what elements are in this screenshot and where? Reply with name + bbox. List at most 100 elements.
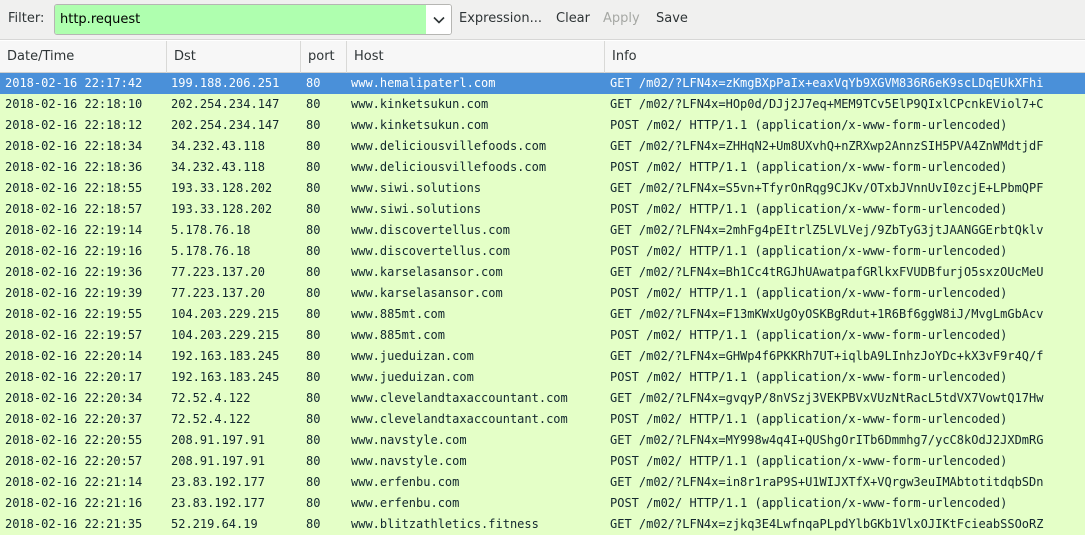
cell-dst: 5.178.76.18: [171, 223, 251, 237]
cell-info: POST /m02/ HTTP/1.1 (application/x-www-f…: [610, 118, 1008, 132]
table-row-selected[interactable]: 2018-02-16 22:17:42 199.188.206.251 80 www.…: [0, 73, 1085, 94]
cell-host: www.navstyle.com: [351, 454, 467, 468]
cell-host: www.kinketsukun.com: [351, 97, 489, 111]
table-row[interactable]: 2018-02-16 22:18:10 202.254.234.147 80 www.…: [0, 94, 1085, 115]
cell-dst: 104.203.229.215: [171, 328, 280, 342]
cell-datetime: 2018-02-16 22:19:36: [5, 265, 143, 279]
cell-datetime: 2018-02-16 22:19:39: [5, 286, 143, 300]
table-row[interactable]: 2018-02-16 22:18:34 34.232.43.118 80 www.de…: [0, 136, 1085, 157]
cell-port: 80: [306, 496, 321, 510]
apply-button[interactable]: Apply: [603, 11, 640, 26]
cell-port: 80: [306, 97, 321, 111]
cell-host: www.deliciousvillefoods.com: [351, 139, 547, 153]
table-row[interactable]: 2018-02-16 22:20:55 208.91.197.91 80 www.na…: [0, 430, 1085, 451]
table-row[interactable]: 2018-02-16 22:20:34 72.52.4.122 80 www.clev…: [0, 388, 1085, 409]
cell-info: GET /m02/?LFN4x=Bh1Cc4tRGJhUAwatpafGRlkx…: [610, 265, 1044, 279]
filter-dropdown-button[interactable]: [426, 5, 451, 34]
table-row[interactable]: 2018-02-16 22:20:14 192.163.183.245 80 www.…: [0, 346, 1085, 367]
table-row[interactable]: 2018-02-16 22:20:37 72.52.4.122 80 www.clev…: [0, 409, 1085, 430]
column-header-datetime[interactable]: Date/Time: [0, 41, 167, 73]
cell-host: www.kinketsukun.com: [351, 118, 489, 132]
cell-info: GET /m02/?LFN4x=in8r1raP9S+U1WIJXTfX+VQr…: [610, 475, 1044, 489]
cell-port: 80: [306, 265, 321, 279]
clear-button[interactable]: Clear: [556, 11, 590, 26]
cell-info: POST /m02/ HTTP/1.1 (application/x-www-f…: [610, 454, 1008, 468]
cell-host: www.clevelandtaxaccountant.com: [351, 412, 568, 426]
expression-button[interactable]: Expression...: [459, 11, 542, 26]
cell-dst: 23.83.192.177: [171, 475, 265, 489]
table-row[interactable]: 2018-02-16 22:18:55 193.33.128.202 80 www.s…: [0, 178, 1085, 199]
table-row[interactable]: 2018-02-16 22:21:35 52.219.64.19 80 www.bli…: [0, 514, 1085, 535]
cell-dst: 193.33.128.202: [171, 181, 273, 195]
table-row[interactable]: 2018-02-16 22:20:17 192.163.183.245 80 www.…: [0, 367, 1085, 388]
table-row[interactable]: 2018-02-16 22:19:16 5.178.76.18 80 www.disc…: [0, 241, 1085, 262]
cell-info: GET /m02/?LFN4x=zKmgBXpPaIx+eaxVqYb9XGVM…: [610, 76, 1044, 90]
packet-list: 2018-02-16 22:17:42 199.188.206.251 80 www.…: [0, 73, 1085, 535]
filter-toolbar: Filter: Expression... Clear Apply Save: [0, 0, 1085, 40]
cell-datetime: 2018-02-16 22:18:36: [5, 160, 143, 174]
cell-datetime: 2018-02-16 22:18:10: [5, 97, 143, 111]
column-header-dst[interactable]: Dst: [167, 41, 301, 73]
cell-host: www.karselasansor.com: [351, 286, 503, 300]
cell-datetime: 2018-02-16 22:21:35: [5, 517, 143, 531]
cell-dst: 193.33.128.202: [171, 202, 273, 216]
cell-port: 80: [306, 433, 321, 447]
cell-port: 80: [306, 307, 321, 321]
cell-host: www.deliciousvillefoods.com: [351, 160, 547, 174]
cell-port: 80: [306, 160, 321, 174]
cell-port: 80: [306, 475, 321, 489]
cell-dst: 34.232.43.118: [171, 160, 265, 174]
filter-combobox[interactable]: [54, 4, 452, 35]
column-header-port[interactable]: port: [301, 41, 347, 73]
cell-port: 80: [306, 118, 321, 132]
table-row[interactable]: 2018-02-16 22:18:36 34.232.43.118 80 www.de…: [0, 157, 1085, 178]
column-header-host[interactable]: Host: [347, 41, 605, 73]
cell-datetime: 2018-02-16 22:20:14: [5, 349, 143, 363]
cell-port: 80: [306, 202, 321, 216]
cell-host: www.blitzathletics.fitness: [351, 517, 539, 531]
cell-info: GET /m02/?LFN4x=F13mKWxUgOyOSKBgRdut+1R6…: [610, 307, 1044, 321]
table-row[interactable]: 2018-02-16 22:18:12 202.254.234.147 80 www.…: [0, 115, 1085, 136]
cell-datetime: 2018-02-16 22:17:42: [5, 76, 143, 90]
cell-info: GET /m02/?LFN4x=HOp0d/DJj2J7eq+MEM9TCv5E…: [610, 97, 1044, 111]
cell-info: GET /m02/?LFN4x=2mhFg4pEItrlZ5LVLVej/9Zb…: [610, 223, 1044, 237]
cell-dst: 77.223.137.20: [171, 286, 265, 300]
cell-info: POST /m02/ HTTP/1.1 (application/x-www-f…: [610, 370, 1008, 384]
cell-dst: 34.232.43.118: [171, 139, 265, 153]
cell-info: POST /m02/ HTTP/1.1 (application/x-www-f…: [610, 244, 1008, 258]
cell-datetime: 2018-02-16 22:19:14: [5, 223, 143, 237]
cell-port: 80: [306, 349, 321, 363]
cell-info: GET /m02/?LFN4x=S5vn+TfyrOnRqg9CJKv/OTxb…: [610, 181, 1044, 195]
cell-dst: 52.219.64.19: [171, 517, 258, 531]
table-row[interactable]: 2018-02-16 22:19:39 77.223.137.20 80 www.ka…: [0, 283, 1085, 304]
cell-host: www.jueduizan.com: [351, 370, 474, 384]
cell-port: 80: [306, 223, 321, 237]
cell-datetime: 2018-02-16 22:19:16: [5, 244, 143, 258]
save-button[interactable]: Save: [656, 11, 688, 26]
cell-info: POST /m02/ HTTP/1.1 (application/x-www-f…: [610, 412, 1008, 426]
cell-datetime: 2018-02-16 22:19:57: [5, 328, 143, 342]
cell-datetime: 2018-02-16 22:20:55: [5, 433, 143, 447]
cell-info: GET /m02/?LFN4x=gvqyP/8nVSzj3VEKPBVxVUzN…: [610, 391, 1044, 405]
cell-port: 80: [306, 412, 321, 426]
table-row[interactable]: 2018-02-16 22:19:55 104.203.229.215 80 www.…: [0, 304, 1085, 325]
display-filter-input[interactable]: [55, 5, 426, 34]
cell-host: www.clevelandtaxaccountant.com: [351, 391, 568, 405]
cell-datetime: 2018-02-16 22:20:17: [5, 370, 143, 384]
column-header-info[interactable]: Info: [605, 41, 1085, 73]
cell-host: www.discovertellus.com: [351, 223, 510, 237]
cell-host: www.siwi.solutions: [351, 181, 482, 195]
cell-info: GET /m02/?LFN4x=ZHHqN2+Um8UXvhQ+nZRXwp2A…: [610, 139, 1044, 153]
cell-port: 80: [306, 391, 321, 405]
table-row[interactable]: 2018-02-16 22:19:36 77.223.137.20 80 www.ka…: [0, 262, 1085, 283]
cell-dst: 104.203.229.215: [171, 307, 280, 321]
cell-dst: 208.91.197.91: [171, 433, 265, 447]
table-row[interactable]: 2018-02-16 22:19:14 5.178.76.18 80 www.disc…: [0, 220, 1085, 241]
table-row[interactable]: 2018-02-16 22:20:57 208.91.197.91 80 www.na…: [0, 451, 1085, 472]
table-row[interactable]: 2018-02-16 22:21:16 23.83.192.177 80 www.er…: [0, 493, 1085, 514]
table-row[interactable]: 2018-02-16 22:21:14 23.83.192.177 80 www.er…: [0, 472, 1085, 493]
table-row[interactable]: 2018-02-16 22:19:57 104.203.229.215 80 www.…: [0, 325, 1085, 346]
table-row[interactable]: 2018-02-16 22:18:57 193.33.128.202 80 www.s…: [0, 199, 1085, 220]
cell-host: www.navstyle.com: [351, 433, 467, 447]
cell-port: 80: [306, 286, 321, 300]
